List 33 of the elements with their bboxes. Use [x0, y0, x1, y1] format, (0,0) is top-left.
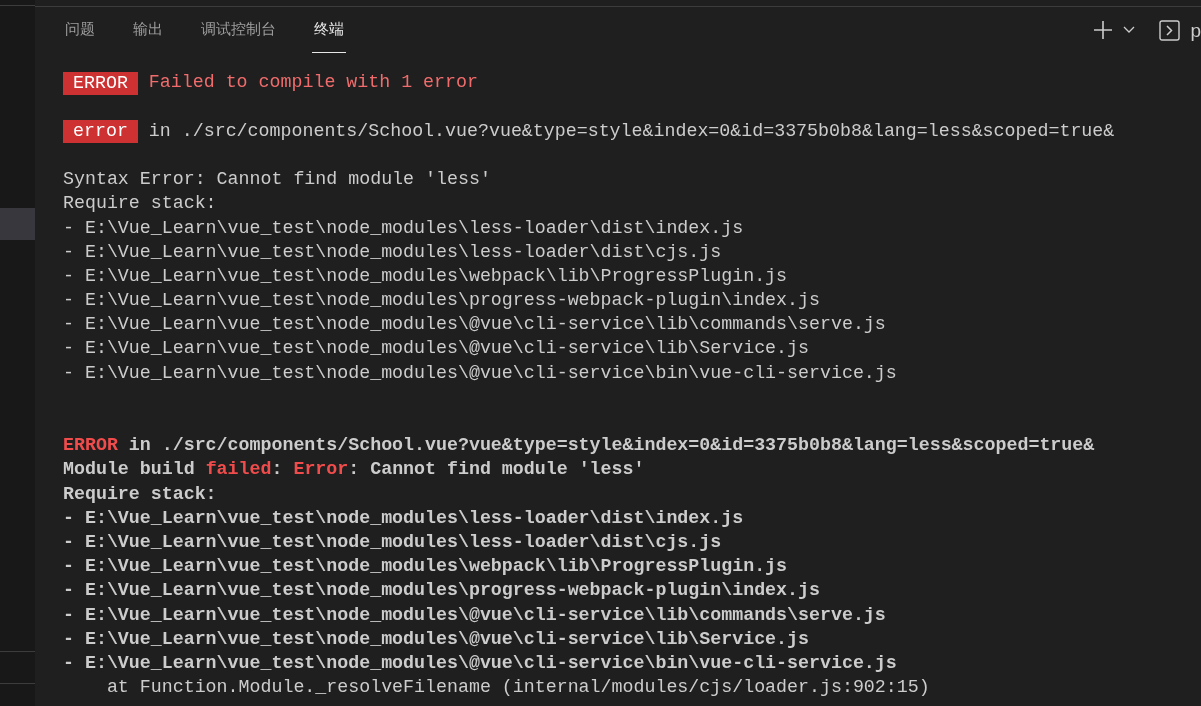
terminal-line: - E:\Vue_Learn\vue_test\node_modules\@vue\cli-service\bin\vue-cli-service.js	[63, 361, 897, 385]
terminal-line: - E:\Vue_Learn\vue_test\node_modules\@vue\cli-service\lib\Service.js	[63, 627, 809, 651]
terminal-line: - E:\Vue_Learn\vue_test\node_modules\progress-webpack-plugin\index.js	[63, 579, 820, 603]
panel-tab[interactable]: 终端	[312, 7, 346, 53]
terminal-line: - E:\Vue_Learn\vue_test\node_modules\@vue\cli-service\lib\Service.js	[63, 337, 809, 361]
terminal-line: Module build failed: Error: Cannot find module 'less'	[63, 458, 645, 482]
terminal-line: - E:\Vue_Learn\vue_test\node_modules\@vue\cli-service\lib\commands\serve.js	[63, 313, 886, 337]
terminal-line: Require stack:	[63, 482, 217, 506]
terminal-line: - E:\Vue_Learn\vue_test\node_modules\@vue\cli-service\bin\vue-cli-service.js	[63, 651, 897, 675]
sidebar-selection	[0, 208, 35, 240]
terminal-icon[interactable]	[1159, 19, 1181, 41]
terminal-line: - E:\Vue_Learn\vue_test\node_modules\progress-webpack-plugin\index.js	[63, 289, 820, 313]
terminal-line: in ./src/components/School.vue?vue&type=style&index=0&id=3375b0b8&lang=less&scoped=true&	[148, 119, 1115, 143]
panel-tab[interactable]: 问题	[63, 7, 97, 53]
terminal-line: - E:\Vue_Learn\vue_test\node_modules\less-loader\dist\cjs.js	[63, 240, 722, 264]
terminal-line: - E:\Vue_Learn\vue_test\node_modules\webpack\lib\ProgressPlugin.js	[63, 264, 788, 288]
terminal-line: - E:\Vue_Learn\vue_test\node_modules\@vue\cli-service\lib\commands\serve.js	[63, 603, 886, 627]
terminal-line: - E:\Vue_Learn\vue_test\node_modules\less-loader\dist\index.js	[63, 216, 744, 240]
panel-tab[interactable]: 输出	[131, 7, 165, 53]
terminal-line: - E:\Vue_Learn\vue_test\node_modules\webpack\lib\ProgressPlugin.js	[63, 555, 788, 579]
error-badge: error	[63, 119, 138, 143]
terminal-line: Syntax Error: Cannot find module 'less'	[63, 168, 491, 192]
terminal-line: - E:\Vue_Learn\vue_test\node_modules\less-loader\dist\index.js	[63, 506, 744, 530]
terminal-line: ERROR in ./src/components/School.vue?vue&type=style&index=0&id=3375b0b8&lang=less&scoped=true&	[63, 434, 1095, 458]
chevron-down-icon[interactable]	[1123, 26, 1136, 34]
terminal-line: - E:\Vue_Learn\vue_test\node_modules\less-loader\dist\cjs.js	[63, 530, 722, 554]
terminal-line: Failed to compile with 1 error	[148, 71, 478, 95]
terminal-name[interactable]: p	[1190, 20, 1201, 40]
error-badge: ERROR	[63, 71, 138, 95]
panel-tab[interactable]: 调试控制台	[199, 7, 278, 53]
terminal-line: Require stack:	[63, 192, 217, 216]
terminal-line: at Function.Module._resolveFilename (internal/modules/cjs/loader.js:902:15)	[105, 676, 930, 700]
plus-icon[interactable]	[1093, 20, 1114, 40]
